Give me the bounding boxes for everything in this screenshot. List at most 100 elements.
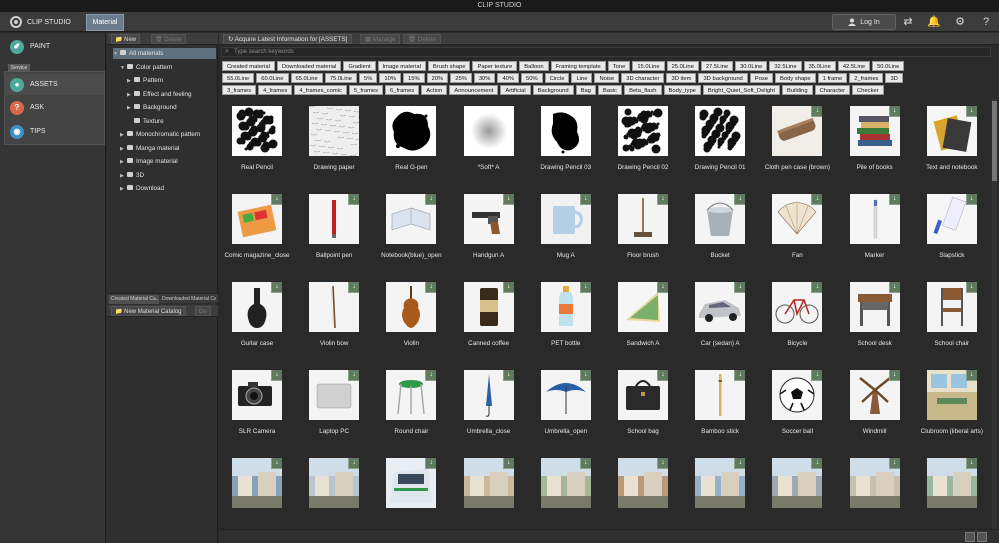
material-thumbnail[interactable]: ↓: [849, 458, 900, 508]
tag-chip[interactable]: 6_frames: [385, 85, 420, 95]
scroll-thumb[interactable]: [992, 101, 997, 181]
tag-chip[interactable]: 32.5Line: [769, 61, 802, 71]
tree-item[interactable]: ▶ Download: [120, 183, 216, 194]
nav-item-assets[interactable]: ● ASSETS: [4, 74, 104, 95]
material-thumbnail[interactable]: ↓: [386, 194, 437, 244]
material-tile[interactable]: ↓: [219, 451, 295, 529]
material-thumbnail[interactable]: ↓: [386, 458, 437, 508]
tree-item[interactable]: ▶ 3D: [120, 170, 216, 181]
tag-chip[interactable]: Noise: [594, 73, 620, 83]
tree-item[interactable]: ▶ Background: [127, 102, 216, 113]
tag-chip[interactable]: Background: [532, 85, 574, 95]
tree-item[interactable]: ▶ Monochromatic pattern: [120, 129, 216, 140]
new-folder-button[interactable]: 📁 New: [111, 34, 141, 44]
tag-chip[interactable]: 25%: [450, 73, 472, 83]
expand-right-icon[interactable]: ▶: [120, 157, 127, 168]
material-tile[interactable]: ↓ Fan: [759, 187, 835, 275]
login-button[interactable]: Log In: [832, 14, 896, 30]
tag-chip[interactable]: Tone: [607, 61, 631, 71]
tag-chip[interactable]: Bag: [575, 85, 596, 95]
material-thumbnail[interactable]: ↓: [849, 282, 900, 332]
material-thumbnail[interactable]: [618, 106, 668, 156]
tag-chip[interactable]: 3D character: [621, 73, 665, 83]
tag-chip[interactable]: 50.0Line: [872, 61, 905, 71]
tag-chip[interactable]: Body_type: [663, 85, 701, 95]
expand-down-icon[interactable]: ▼: [120, 63, 127, 74]
material-tile[interactable]: ↓ Laptop PC: [296, 363, 372, 451]
expand-right-icon[interactable]: ▶: [120, 144, 127, 155]
material-tile[interactable]: ↓ Handgun A: [451, 187, 527, 275]
tab-material[interactable]: Material: [86, 14, 124, 31]
material-tile[interactable]: *Soft* A: [451, 99, 527, 187]
material-tile[interactable]: ↓ Umbrella_open: [528, 363, 604, 451]
tree-item[interactable]: ▼ All materials: [113, 48, 216, 59]
material-tile[interactable]: ↓: [914, 451, 990, 529]
tag-chip[interactable]: Artificial: [500, 85, 531, 95]
tag-chip[interactable]: 20%: [426, 73, 449, 83]
delete-button[interactable]: 🗑 Delete: [403, 34, 441, 44]
material-tile[interactable]: ↓ Mug A: [528, 187, 604, 275]
material-tile[interactable]: ↓ Comic magazine_close: [219, 187, 295, 275]
tag-chip[interactable]: Body shape: [775, 73, 816, 83]
material-tile[interactable]: ↓ Text and notebook: [914, 99, 990, 187]
tag-chip[interactable]: Character: [814, 85, 851, 95]
tag-chip[interactable]: 3D background: [698, 73, 748, 83]
material-tile[interactable]: ↓ Floor brush: [605, 187, 681, 275]
material-tile[interactable]: ↓ Pile of books: [837, 99, 913, 187]
material-thumbnail[interactable]: ↓: [463, 194, 514, 244]
material-thumbnail[interactable]: ↓: [232, 194, 282, 244]
material-tile[interactable]: ↓ Canned coffee: [451, 275, 527, 363]
tag-chip[interactable]: 15.0Line: [632, 61, 665, 71]
tag-chip[interactable]: 27.5Line: [700, 61, 734, 71]
tag-chip[interactable]: 30.0Line: [735, 61, 768, 71]
tree-item[interactable]: ▶ Manga material: [120, 143, 216, 154]
material-tile[interactable]: ↓ Notebook(blue)_open: [373, 187, 449, 275]
material-thumbnail[interactable]: ↓: [309, 370, 360, 420]
material-thumbnail[interactable]: ↓: [695, 194, 746, 244]
tag-chip[interactable]: 4_frames_comic: [294, 85, 347, 95]
tag-chip[interactable]: 25.0Line: [666, 61, 699, 71]
tag-chip[interactable]: Pose: [749, 73, 773, 83]
delete-catalog-button[interactable]: De: [195, 306, 211, 316]
acquire-info-button[interactable]: ↻ Acquire Latest Information for [ASSETS…: [223, 34, 353, 44]
tree-item[interactable]: ▶ Pattern: [127, 75, 216, 86]
material-tile[interactable]: ↓: [759, 451, 835, 529]
material-thumbnail[interactable]: ↓: [772, 458, 823, 508]
material-thumbnail[interactable]: ↓: [772, 370, 823, 420]
material-tile[interactable]: ↓ School chair: [914, 275, 990, 363]
tag-chip[interactable]: Paper texture: [472, 61, 518, 71]
material-tile[interactable]: ↓: [451, 451, 527, 529]
app-logo[interactable]: CLIP STUDIO: [10, 16, 71, 28]
tag-chip[interactable]: Created material: [222, 61, 275, 71]
material-tile[interactable]: ↓: [837, 451, 913, 529]
material-thumbnail[interactable]: ↓: [618, 458, 668, 508]
material-tile[interactable]: Drawing Pencil 02: [605, 99, 681, 187]
new-catalog-button[interactable]: 📁 New Material Catalog: [111, 306, 186, 316]
material-thumbnail[interactable]: [540, 106, 591, 156]
expand-right-icon[interactable]: ▶: [127, 76, 134, 87]
tag-chip[interactable]: 55.0Line: [222, 73, 255, 83]
material-tile[interactable]: ↓: [605, 451, 681, 529]
material-thumbnail[interactable]: ↓: [540, 282, 591, 332]
material-thumbnail[interactable]: ↓: [926, 370, 977, 420]
nav-item-paint[interactable]: ✐ PAINT: [4, 36, 104, 57]
tag-chip[interactable]: 3D item: [666, 73, 697, 83]
material-tile[interactable]: ↓: [373, 451, 449, 529]
material-tile[interactable]: ↓ Bamboo stick: [682, 363, 758, 451]
tag-chip[interactable]: Brush shape: [427, 61, 471, 71]
nav-item-ask[interactable]: ? ASK: [4, 97, 104, 118]
tag-chip[interactable]: Basic: [597, 85, 623, 95]
material-tile[interactable]: Drawing paper: [296, 99, 372, 187]
material-tile[interactable]: ↓ Violin: [373, 275, 449, 363]
material-tile[interactable]: ↓ Soccer ball: [759, 363, 835, 451]
tag-chip[interactable]: Building: [781, 85, 813, 95]
material-tile[interactable]: ↓ Car (sedan) A: [682, 275, 758, 363]
view-size-button[interactable]: [977, 532, 987, 542]
material-tile[interactable]: ↓ SLR Camera: [219, 363, 295, 451]
material-thumbnail[interactable]: ↓: [232, 458, 282, 508]
help-icon[interactable]: ?: [979, 15, 993, 29]
tag-chip[interactable]: Downloaded material: [276, 61, 342, 71]
material-tile[interactable]: ↓ PET bottle: [528, 275, 604, 363]
manage-button[interactable]: ▦ Manage: [360, 34, 401, 44]
material-tile[interactable]: ↓ Ballpoint pen: [296, 187, 372, 275]
